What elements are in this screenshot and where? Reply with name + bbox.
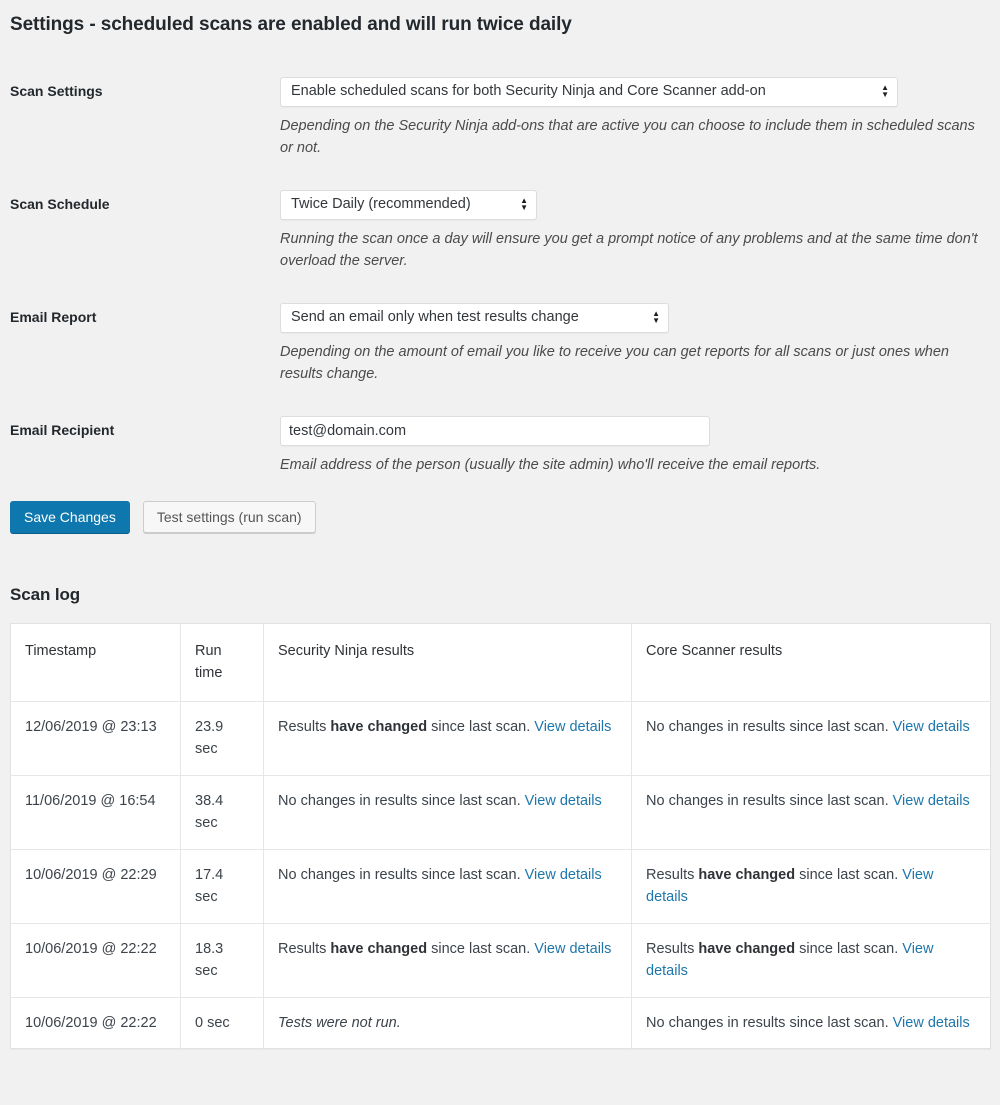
result-emphasis: have changed [330, 941, 427, 957]
result-text: No changes in results since last scan. [646, 793, 889, 809]
result-text: Tests were not run. [278, 1015, 401, 1031]
view-details-link[interactable]: View details [525, 867, 602, 883]
table-row: 10/06/2019 @ 22:220 sec Tests were not ru… [11, 997, 991, 1048]
view-details-link[interactable]: View details [525, 793, 602, 809]
field-email-report: Send an email only when test results cha… [280, 288, 990, 401]
result-text: Results have changed since last scan. [278, 719, 530, 735]
sort-arrows-icon: ▲▼ [652, 310, 660, 324]
result-emphasis: have changed [698, 941, 795, 957]
form-row-scan-settings: Scan Settings Enable scheduled scans for… [10, 62, 990, 175]
result-text: Results have changed since last scan. [646, 941, 898, 957]
sort-arrows-icon: ▲▼ [520, 197, 528, 211]
cell-runtime: 17.4 sec [181, 849, 264, 923]
view-details-link[interactable]: View details [893, 719, 970, 735]
table-row: 10/06/2019 @ 22:2218.3 secResults have c… [11, 923, 991, 997]
view-details-link[interactable]: View details [893, 1015, 970, 1031]
result-text: No changes in results since last scan. [646, 719, 889, 735]
page-title: Settings - scheduled scans are enabled a… [10, 0, 990, 38]
result-text: No changes in results since last scan. [278, 793, 521, 809]
scan-schedule-select[interactable]: Twice Daily (recommended) ▲▼ [280, 190, 537, 220]
cell-core-scanner-result: No changes in results since last scan. V… [632, 701, 991, 775]
field-scan-schedule: Twice Daily (recommended) ▲▼ Running the… [280, 175, 990, 288]
column-header-core-scanner: Core Scanner results [632, 623, 991, 701]
scan-log-table: Timestamp Run time Security Ninja result… [10, 623, 991, 1049]
cell-runtime: 0 sec [181, 997, 264, 1048]
scan-log-header-row: Timestamp Run time Security Ninja result… [11, 623, 991, 701]
table-row: 12/06/2019 @ 23:1323.9 secResults have c… [11, 701, 991, 775]
cell-security-ninja-result: Results have changed since last scan. Vi… [264, 701, 632, 775]
settings-form-table: Scan Settings Enable scheduled scans for… [10, 62, 990, 491]
column-header-timestamp: Timestamp [11, 623, 181, 701]
field-email-recipient: Email address of the person (usually the… [280, 401, 990, 491]
scan-settings-select[interactable]: Enable scheduled scans for both Security… [280, 77, 898, 107]
result-emphasis: have changed [698, 867, 795, 883]
label-email-recipient: Email Recipient [10, 401, 280, 491]
cell-security-ninja-result: Results have changed since last scan. Vi… [264, 923, 632, 997]
email-report-description: Depending on the amount of email you lik… [280, 341, 980, 386]
cell-core-scanner-result: No changes in results since last scan. V… [632, 997, 991, 1048]
cell-core-scanner-result: Results have changed since last scan. Vi… [632, 849, 991, 923]
scan-log-body: 12/06/2019 @ 23:1323.9 secResults have c… [11, 701, 991, 1048]
cell-security-ninja-result: No changes in results since last scan. V… [264, 775, 632, 849]
result-emphasis: have changed [330, 719, 427, 735]
cell-timestamp: 11/06/2019 @ 16:54 [11, 775, 181, 849]
settings-page: Settings - scheduled scans are enabled a… [0, 0, 1000, 1105]
scan-schedule-select-value: Twice Daily (recommended) [291, 195, 481, 214]
cell-timestamp: 10/06/2019 @ 22:29 [11, 849, 181, 923]
result-text: No changes in results since last scan. [278, 867, 521, 883]
view-details-link[interactable]: View details [534, 719, 611, 735]
result-text: No changes in results since last scan. [646, 1015, 889, 1031]
cell-timestamp: 12/06/2019 @ 23:13 [11, 701, 181, 775]
table-row: 10/06/2019 @ 22:2917.4 secNo changes in … [11, 849, 991, 923]
result-text: Results have changed since last scan. [646, 867, 898, 883]
label-email-report: Email Report [10, 288, 280, 401]
view-details-link[interactable]: View details [534, 941, 611, 957]
scan-settings-select-value: Enable scheduled scans for both Security… [291, 82, 776, 101]
form-row-email-report: Email Report Send an email only when tes… [10, 288, 990, 401]
field-scan-settings: Enable scheduled scans for both Security… [280, 62, 990, 175]
cell-core-scanner-result: Results have changed since last scan. Vi… [632, 923, 991, 997]
sort-arrows-icon: ▲▼ [881, 84, 889, 98]
email-recipient-input[interactable] [280, 416, 710, 446]
cell-runtime: 23.9 sec [181, 701, 264, 775]
form-row-email-recipient: Email Recipient Email address of the per… [10, 401, 990, 491]
column-header-runtime: Run time [181, 623, 264, 701]
result-text: Results have changed since last scan. [278, 941, 530, 957]
cell-runtime: 38.4 sec [181, 775, 264, 849]
email-recipient-description: Email address of the person (usually the… [280, 454, 980, 476]
email-report-select[interactable]: Send an email only when test results cha… [280, 303, 669, 333]
test-settings-button[interactable]: Test settings (run scan) [143, 501, 316, 533]
cell-timestamp: 10/06/2019 @ 22:22 [11, 923, 181, 997]
cell-core-scanner-result: No changes in results since last scan. V… [632, 775, 991, 849]
form-row-scan-schedule: Scan Schedule Twice Daily (recommended) … [10, 175, 990, 288]
form-actions: Save Changes Test settings (run scan) [10, 501, 990, 533]
cell-security-ninja-result: No changes in results since last scan. V… [264, 849, 632, 923]
cell-security-ninja-result: Tests were not run. [264, 997, 632, 1048]
save-changes-button[interactable]: Save Changes [10, 501, 130, 533]
cell-runtime: 18.3 sec [181, 923, 264, 997]
scan-log-title: Scan log [10, 585, 990, 605]
column-header-security-ninja: Security Ninja results [264, 623, 632, 701]
scan-schedule-description: Running the scan once a day will ensure … [280, 228, 980, 273]
table-row: 11/06/2019 @ 16:5438.4 secNo changes in … [11, 775, 991, 849]
view-details-link[interactable]: View details [893, 793, 970, 809]
cell-timestamp: 10/06/2019 @ 22:22 [11, 997, 181, 1048]
label-scan-settings: Scan Settings [10, 62, 280, 175]
email-report-select-value: Send an email only when test results cha… [291, 308, 589, 327]
scan-settings-description: Depending on the Security Ninja add-ons … [280, 115, 980, 160]
label-scan-schedule: Scan Schedule [10, 175, 280, 288]
